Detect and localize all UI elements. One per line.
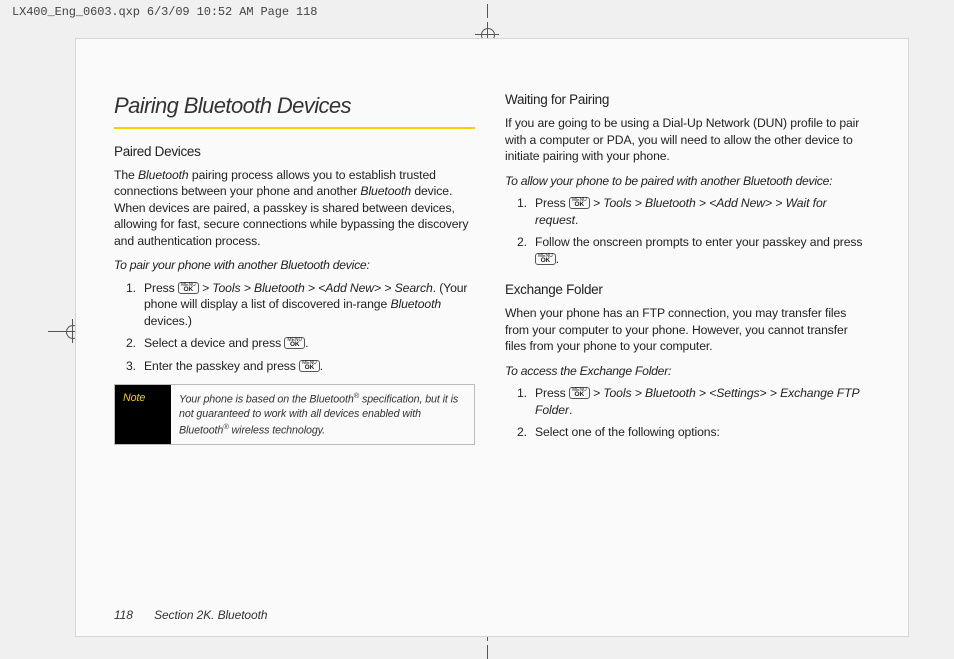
note-box: Note Your phone is based on the Bluetoot… <box>114 384 475 444</box>
step-2: 2. Select a device and press MENUOK. <box>132 335 475 351</box>
page-sheet: Pairing Bluetooth Devices Paired Devices… <box>75 38 909 637</box>
instruction-pair-phone: To pair your phone with another Bluetoot… <box>114 257 475 273</box>
paragraph-dun-profile: If you are going to be using a Dial-Up N… <box>505 115 866 164</box>
menu-path: > Tools > Bluetooth > <Add New> > Search <box>199 281 433 295</box>
text: Select one of the following options: <box>535 425 720 439</box>
section-label: Section 2K. Bluetooth <box>154 608 267 622</box>
text: Press <box>144 281 178 295</box>
ok-key-icon: MENUOK <box>569 387 590 399</box>
paragraph-ftp-connection: When your phone has an FTP connection, y… <box>505 305 866 354</box>
right-column: Waiting for Pairing If you are going to … <box>505 91 866 606</box>
page-footer: 118 Section 2K. Bluetooth <box>114 608 267 622</box>
text: Press <box>535 386 569 400</box>
text: Select a device and press <box>144 336 284 350</box>
left-column: Pairing Bluetooth Devices Paired Devices… <box>114 91 475 606</box>
steps-access-exchange: 1. Press MENUOK > Tools > Bluetooth > <S… <box>505 385 866 440</box>
note-label: Note <box>115 385 171 443</box>
page-number: 118 <box>114 608 133 622</box>
ok-key-icon: MENUOK <box>299 360 320 372</box>
instruction-allow-pairing: To allow your phone to be paired with an… <box>505 173 866 189</box>
section-title: Pairing Bluetooth Devices <box>114 91 475 129</box>
heading-paired-devices: Paired Devices <box>114 143 475 161</box>
ok-key-icon: MENUOK <box>535 253 556 265</box>
page-content: Pairing Bluetooth Devices Paired Devices… <box>114 91 866 606</box>
text: devices.) <box>144 314 192 328</box>
term-bluetooth: Bluetooth <box>390 297 441 311</box>
ok-key-icon: MENUOK <box>178 282 199 294</box>
steps-pair-phone: 1. Press MENUOK > Tools > Bluetooth > <A… <box>114 280 475 374</box>
crop-mark-left <box>48 319 78 343</box>
ok-key-icon: MENUOK <box>569 197 590 209</box>
heading-exchange-folder: Exchange Folder <box>505 281 866 299</box>
term-bluetooth: Bluetooth <box>138 168 189 182</box>
step-1: 1. Press MENUOK > Tools > Bluetooth > <A… <box>132 280 475 329</box>
step-2: 2. Follow the onscreen prompts to enter … <box>523 234 866 267</box>
note-text: Your phone is based on the Bluetooth® sp… <box>171 385 474 443</box>
step-2: 2. Select one of the following options: <box>523 424 866 440</box>
step-1: 1. Press MENUOK > Tools > Bluetooth > <A… <box>523 195 866 228</box>
text: Enter the passkey and press <box>144 359 299 373</box>
paragraph-pairing-intro: The Bluetooth pairing process allows you… <box>114 167 475 249</box>
text: Press <box>535 196 569 210</box>
text: Your phone is based on the Bluetooth <box>179 394 354 406</box>
text: wireless technology. <box>229 424 325 436</box>
crop-mark-top <box>475 4 499 42</box>
text: The <box>114 168 138 182</box>
term-bluetooth: Bluetooth <box>360 184 411 198</box>
heading-waiting-pairing: Waiting for Pairing <box>505 91 866 109</box>
ok-key-icon: MENUOK <box>284 337 305 349</box>
step-1: 1. Press MENUOK > Tools > Bluetooth > <S… <box>523 385 866 418</box>
step-3: 3. Enter the passkey and press MENUOK. <box>132 358 475 374</box>
qxp-header: LX400_Eng_0603.qxp 6/3/09 10:52 AM Page … <box>12 5 317 19</box>
steps-allow-pairing: 1. Press MENUOK > Tools > Bluetooth > <A… <box>505 195 866 267</box>
text: Follow the onscreen prompts to enter you… <box>535 235 862 249</box>
instruction-access-exchange: To access the Exchange Folder: <box>505 363 866 379</box>
